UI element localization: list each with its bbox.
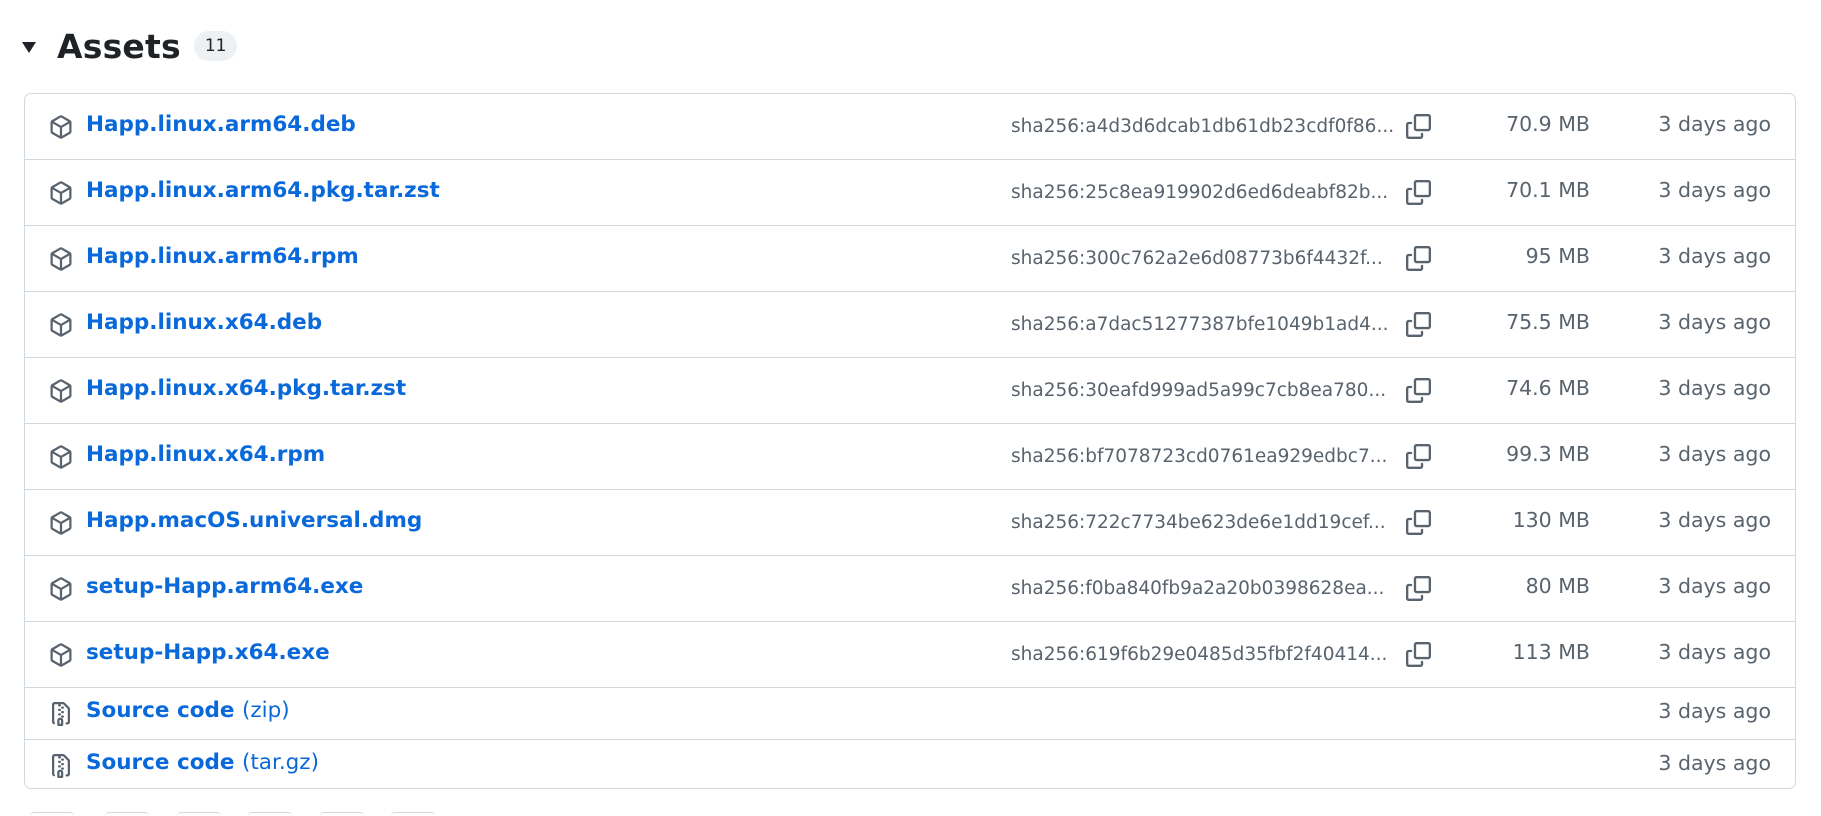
- asset-link[interactable]: Happ.macOS.universal.dmg: [86, 508, 422, 533]
- copy-icon[interactable]: [1403, 177, 1433, 207]
- asset-row: setup-Happ.x64.exe sha256:619f6b29e0485d…: [25, 621, 1795, 687]
- package-icon: [50, 115, 72, 139]
- copy-icon[interactable]: [1403, 243, 1433, 273]
- asset-sha256: sha256:a4d3d6dcab1db61db23cdf0f86...: [1011, 116, 1395, 137]
- package-icon: [50, 379, 72, 403]
- asset-row: Happ.linux.x64.rpm sha256:bf7078723cd076…: [25, 423, 1795, 489]
- assets-count-badge: 11: [193, 31, 238, 61]
- asset-date: 3 days ago: [1658, 699, 1771, 723]
- assets-header[interactable]: Assets 11: [22, 26, 238, 66]
- assets-title: Assets: [57, 26, 181, 66]
- package-icon: [50, 313, 72, 337]
- copy-icon[interactable]: [1403, 441, 1433, 471]
- asset-link[interactable]: Happ.linux.x64.deb: [86, 310, 322, 335]
- source-row: Source code (zip) 3 days ago: [25, 687, 1795, 739]
- asset-date: 3 days ago: [1658, 751, 1771, 775]
- copy-icon[interactable]: [1403, 573, 1433, 603]
- source-zip-link[interactable]: Source code (zip): [86, 698, 290, 723]
- triangle-down-icon[interactable]: [22, 42, 36, 53]
- asset-link[interactable]: Happ.linux.arm64.rpm: [86, 244, 359, 269]
- asset-link[interactable]: Happ.linux.x64.rpm: [86, 442, 325, 467]
- asset-sha256: sha256:bf7078723cd0761ea929edbc7...: [1011, 446, 1388, 467]
- asset-row: setup-Happ.arm64.exe sha256:f0ba840fb9a2…: [25, 555, 1795, 621]
- file-zip-icon: [52, 754, 70, 778]
- asset-date: 3 days ago: [1658, 310, 1771, 334]
- asset-date: 3 days ago: [1658, 640, 1771, 664]
- package-icon: [50, 643, 72, 667]
- source-targz-link[interactable]: Source code (tar.gz): [86, 750, 319, 775]
- asset-sha256: sha256:722c7734be623de6e1dd19cef...: [1011, 512, 1386, 533]
- asset-link[interactable]: setup-Happ.arm64.exe: [86, 574, 363, 599]
- asset-sha256: sha256:f0ba840fb9a2a20b0398628ea...: [1011, 578, 1385, 599]
- asset-row: Happ.linux.x64.deb sha256:a7dac51277387b…: [25, 291, 1795, 357]
- asset-link[interactable]: Happ.linux.arm64.pkg.tar.zst: [86, 178, 440, 203]
- assets-list: Happ.linux.arm64.deb sha256:a4d3d6dcab1d…: [24, 93, 1796, 789]
- asset-sha256: sha256:300c762a2e6d08773b6f4432f...: [1011, 248, 1383, 269]
- copy-icon[interactable]: [1403, 639, 1433, 669]
- copy-icon[interactable]: [1403, 111, 1433, 141]
- asset-sha256: sha256:25c8ea919902d6ed6deabf82b...: [1011, 182, 1389, 203]
- asset-size: 70.1 MB: [1506, 178, 1590, 202]
- asset-size: 113 MB: [1512, 640, 1590, 664]
- source-row: Source code (tar.gz) 3 days ago: [25, 739, 1795, 788]
- asset-size: 80 MB: [1525, 574, 1590, 598]
- copy-icon[interactable]: [1403, 309, 1433, 339]
- asset-date: 3 days ago: [1658, 178, 1771, 202]
- reaction-button[interactable]: [30, 812, 74, 816]
- asset-row: Happ.linux.x64.pkg.tar.zst sha256:30eafd…: [25, 357, 1795, 423]
- asset-sha256: sha256:30eafd999ad5a99c7cb8ea780...: [1011, 380, 1387, 401]
- asset-date: 3 days ago: [1658, 244, 1771, 268]
- asset-date: 3 days ago: [1658, 376, 1771, 400]
- copy-icon[interactable]: [1403, 507, 1433, 537]
- asset-row: Happ.macOS.universal.dmg sha256:722c7734…: [25, 489, 1795, 555]
- asset-size: 95 MB: [1525, 244, 1590, 268]
- reaction-button[interactable]: [391, 812, 435, 816]
- asset-link[interactable]: setup-Happ.x64.exe: [86, 640, 330, 665]
- asset-date: 3 days ago: [1658, 112, 1771, 136]
- asset-date: 3 days ago: [1658, 442, 1771, 466]
- reaction-button[interactable]: [177, 812, 221, 816]
- reaction-button[interactable]: [320, 812, 364, 816]
- asset-size: 130 MB: [1512, 508, 1590, 532]
- package-icon: [50, 577, 72, 601]
- asset-size: 99.3 MB: [1506, 442, 1590, 466]
- asset-row: Happ.linux.arm64.rpm sha256:300c762a2e6d…: [25, 225, 1795, 291]
- asset-date: 3 days ago: [1658, 574, 1771, 598]
- package-icon: [50, 445, 72, 469]
- asset-link[interactable]: Happ.linux.x64.pkg.tar.zst: [86, 376, 406, 401]
- asset-sha256: sha256:619f6b29e0485d35fbf2f40414...: [1011, 644, 1388, 665]
- asset-size: 75.5 MB: [1506, 310, 1590, 334]
- reaction-button[interactable]: [248, 812, 292, 816]
- asset-date: 3 days ago: [1658, 508, 1771, 532]
- asset-row: Happ.linux.arm64.deb sha256:a4d3d6dcab1d…: [25, 94, 1795, 159]
- asset-row: Happ.linux.arm64.pkg.tar.zst sha256:25c8…: [25, 159, 1795, 225]
- copy-icon[interactable]: [1403, 375, 1433, 405]
- package-icon: [50, 181, 72, 205]
- package-icon: [50, 247, 72, 271]
- asset-size: 74.6 MB: [1506, 376, 1590, 400]
- asset-link[interactable]: Happ.linux.arm64.deb: [86, 112, 356, 137]
- reaction-button[interactable]: [105, 812, 149, 816]
- asset-size: 70.9 MB: [1506, 112, 1590, 136]
- file-zip-icon: [52, 702, 70, 726]
- package-icon: [50, 511, 72, 535]
- asset-sha256: sha256:a7dac51277387bfe1049b1ad4...: [1011, 314, 1389, 335]
